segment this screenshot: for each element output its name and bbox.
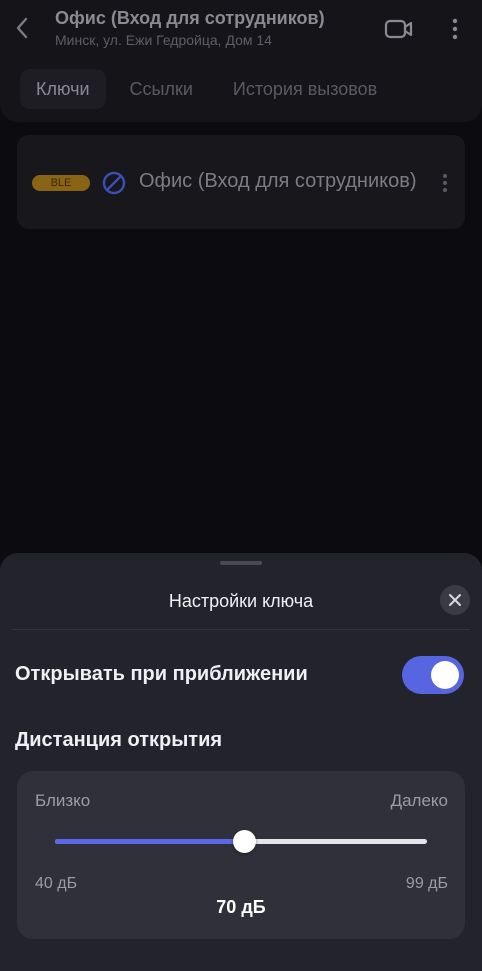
proximity-open-toggle[interactable] (402, 656, 464, 694)
more-vertical-icon (452, 18, 458, 40)
chevron-left-icon (16, 17, 28, 39)
more-options-button[interactable] (444, 14, 466, 44)
tab-call-history[interactable]: История вызовов (217, 69, 393, 109)
min-value-label: 40 дБ (35, 875, 78, 892)
video-camera-icon (384, 19, 413, 39)
distance-slider-card: Близко Далеко 40 дБ 99 дБ 70 дБ (17, 771, 465, 939)
close-button[interactable] (440, 585, 470, 615)
sheet-title: Настройки ключа (168, 591, 314, 611)
divider (12, 629, 470, 630)
max-value-label: 99 дБ (405, 875, 448, 892)
key-name: Офис (Вход для сотрудников) (139, 170, 417, 192)
tab-keys[interactable]: Ключи (20, 69, 106, 109)
proximity-open-label: Открывать при приближении (15, 663, 308, 685)
key-card[interactable]: BLE Офис (Вход для сотрудников) (17, 135, 465, 229)
distance-slider[interactable] (55, 830, 427, 853)
key-menu-button[interactable] (437, 169, 453, 197)
ble-badge: BLE (32, 175, 90, 191)
block-icon (102, 171, 126, 195)
close-icon (449, 594, 461, 606)
header: Офис (Вход для сотрудников) Минск, ул. Е… (0, 0, 482, 122)
tab-bar: Ключи Ссылки История вызовов (20, 69, 393, 109)
key-settings-sheet: Настройки ключа Открывать при приближени… (0, 553, 482, 971)
current-value: 70 дБ (216, 897, 266, 917)
slider-thumb[interactable] (233, 830, 257, 853)
video-call-button[interactable] (382, 14, 416, 44)
page-subtitle: Минск, ул. Ежи Гедройца, Дом 14 (55, 32, 272, 48)
toggle-knob (431, 661, 459, 689)
page-title: Офис (Вход для сотрудников) (55, 8, 325, 28)
far-label: Далеко (390, 791, 448, 810)
more-vertical-icon (443, 174, 447, 192)
tab-links[interactable]: Ссылки (114, 69, 209, 109)
open-distance-label: Дистанция открытия (15, 729, 223, 751)
near-label: Близко (35, 791, 91, 810)
drag-handle[interactable] (220, 561, 262, 565)
title-block: Офис (Вход для сотрудников) Минск, ул. Е… (55, 8, 375, 48)
back-button[interactable] (6, 10, 38, 46)
slider-fill (55, 839, 245, 844)
